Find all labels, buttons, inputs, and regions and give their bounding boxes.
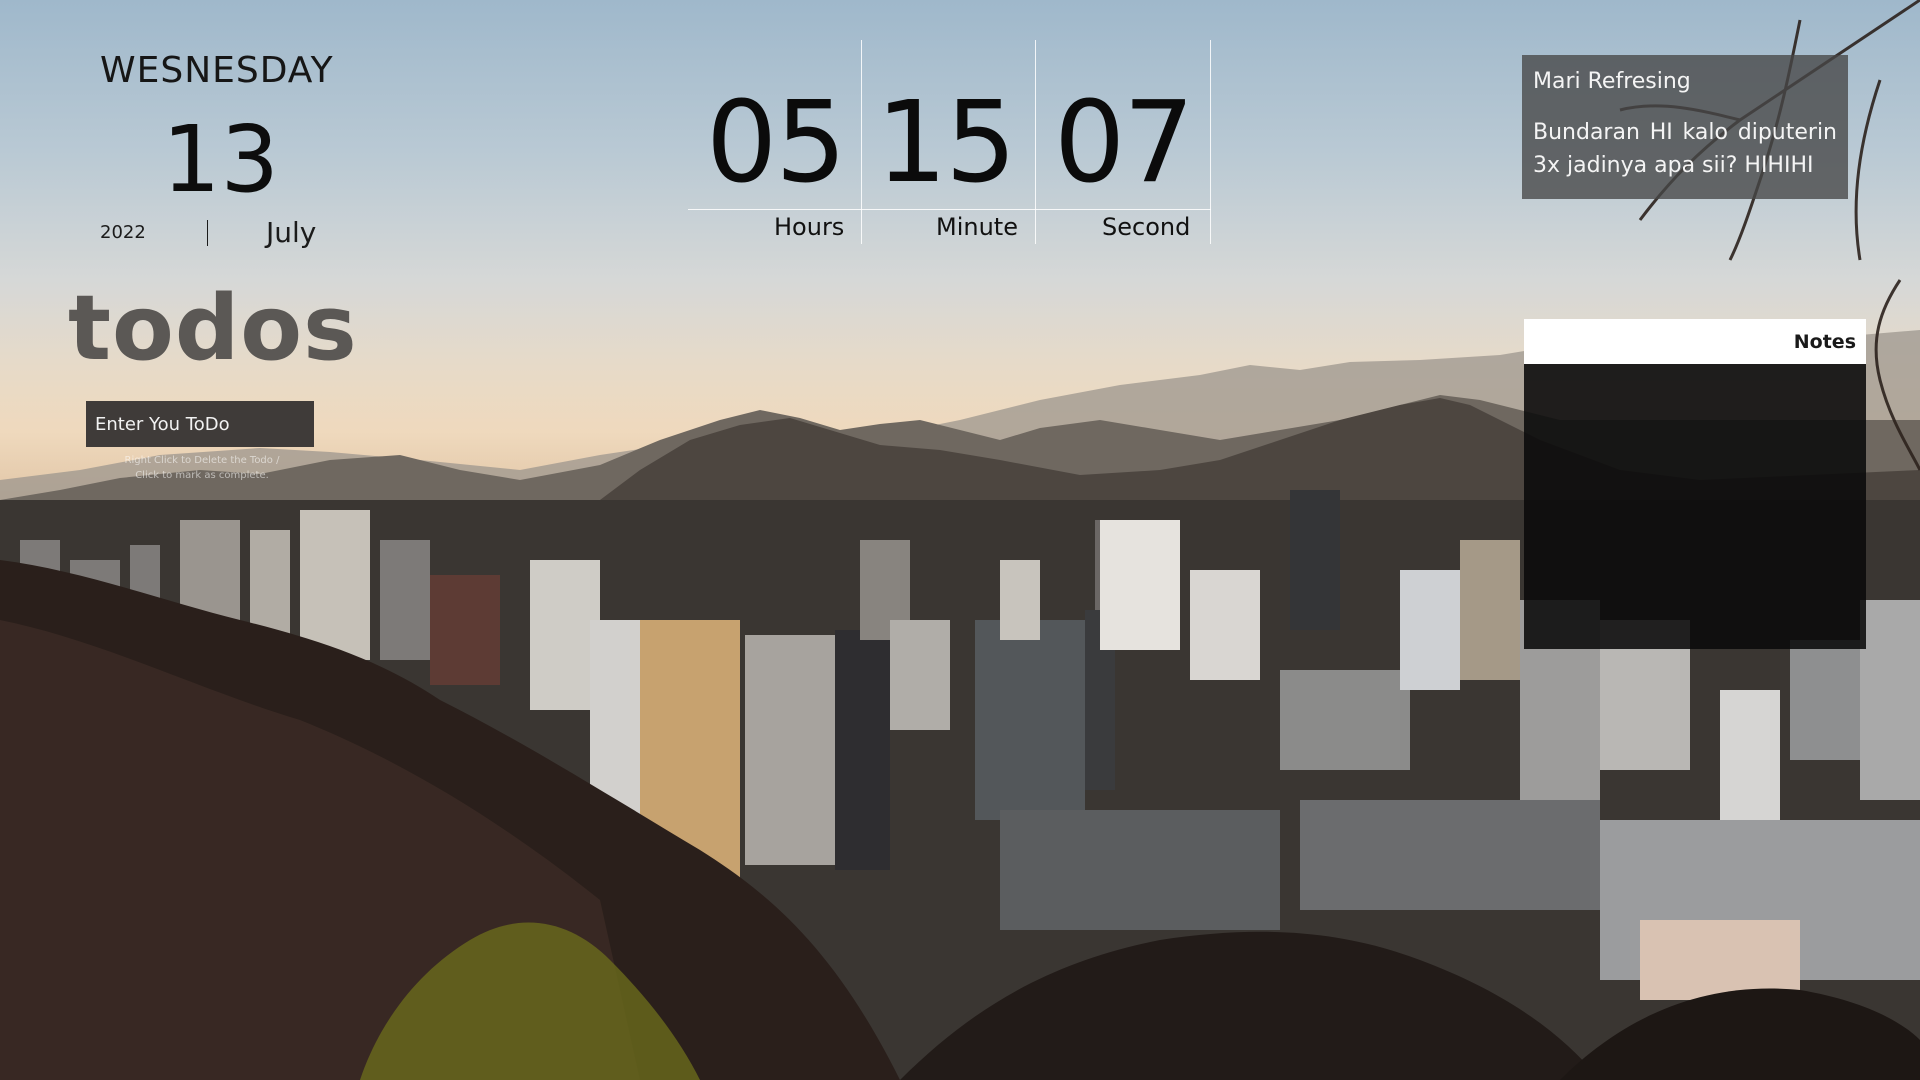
desktop-background: WESNESDAY 13 2022 July todos Right Click…	[0, 0, 1920, 1080]
seconds-label: Second	[1102, 213, 1191, 241]
notes-panel: Notes	[1524, 319, 1866, 649]
todo-hint: Right Click to Delete the Todo / Click t…	[124, 455, 280, 481]
year-label: 2022	[100, 222, 146, 243]
notes-textarea[interactable]	[1524, 364, 1866, 649]
quote-title: Mari Refresing	[1533, 69, 1691, 94]
quote-text: Bundaran HI kalo diputerin 3x jadinya ap…	[1533, 120, 1837, 178]
clock-baseline	[688, 209, 1211, 210]
clock-seconds: 07	[1054, 78, 1195, 208]
month-label: July	[266, 216, 317, 249]
notes-header: Notes	[1524, 319, 1866, 364]
clock-divider	[861, 40, 862, 244]
todos-title: todos	[68, 276, 358, 381]
hours-label: Hours	[774, 213, 845, 241]
minutes-label: Minute	[936, 213, 1018, 241]
todo-input[interactable]	[86, 401, 314, 447]
weekday-label: WESNESDAY	[100, 50, 334, 91]
clock-hours: 05	[706, 78, 847, 208]
quote-card: Mari Refresing Bundaran HI kalo diputeri…	[1522, 55, 1848, 199]
day-number: 13	[162, 106, 280, 213]
clock-divider	[1035, 40, 1036, 244]
date-divider	[207, 220, 208, 246]
clock-divider	[1210, 40, 1211, 244]
clock-minutes: 15	[876, 78, 1017, 208]
